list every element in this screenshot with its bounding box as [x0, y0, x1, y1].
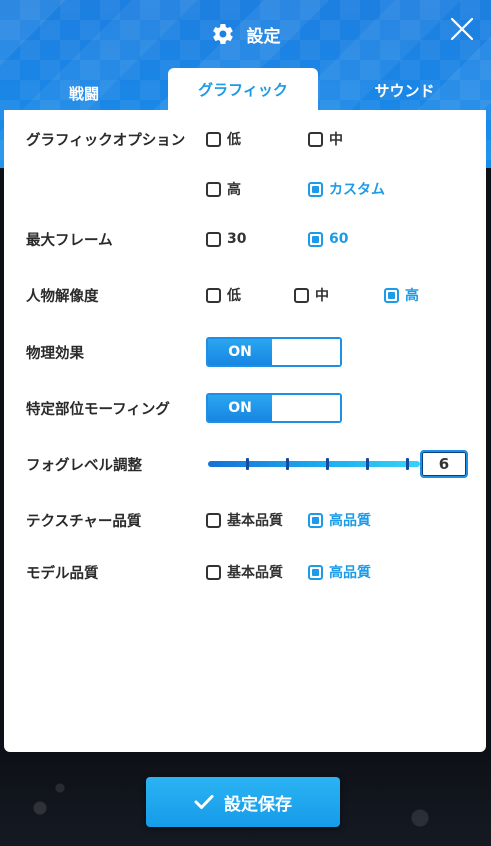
option-label: 中: [329, 132, 343, 148]
option-label: 低: [227, 132, 241, 148]
texture-quality-high[interactable]: 高品質: [308, 510, 371, 530]
settings-panel: グラフィックオプション 低 中 高 カスタム 最大フレーム 30 60 人物解像…: [4, 110, 486, 752]
physics-row: 物理効果 ON: [4, 337, 486, 367]
checkbox: [308, 564, 323, 580]
physics-label: 物理効果: [26, 345, 84, 362]
model-quality-high[interactable]: 高品質: [308, 562, 371, 582]
texture-quality-basic[interactable]: 基本品質: [206, 510, 283, 530]
checkbox: [384, 287, 399, 303]
morphing-row: 特定部位モーフィング ON: [4, 393, 486, 423]
graphics-option-row-2: 高 カスタム: [4, 176, 486, 202]
option-label: カスタム: [329, 182, 385, 198]
checkbox: [206, 131, 221, 147]
character-resolution-label: 人物解像度: [26, 288, 99, 305]
option-label: 基本品質: [227, 513, 283, 529]
fog-level-slider[interactable]: [208, 458, 420, 470]
graphics-option-low[interactable]: 低: [206, 129, 241, 149]
save-button-label: 設定保存: [224, 794, 292, 815]
morphing-toggle[interactable]: ON: [206, 393, 342, 423]
toggle-on-label: ON: [208, 339, 272, 365]
toggle-off-area: [272, 339, 340, 365]
checkbox: [206, 231, 221, 247]
checkbox: [206, 287, 221, 303]
fog-level-row: フォグレベル調整 6: [4, 450, 486, 478]
checkbox: [308, 131, 323, 147]
gear-icon: [212, 23, 233, 45]
slider-tick: [326, 458, 329, 470]
option-label: 低: [227, 288, 241, 304]
graphics-option-label: グラフィックオプション: [26, 132, 186, 149]
graphics-option-row: グラフィックオプション 低 中: [4, 126, 486, 152]
max-frame-row: 最大フレーム 30 60: [4, 226, 486, 252]
model-quality-basic[interactable]: 基本品質: [206, 562, 283, 582]
toggle-off-area: [272, 395, 340, 421]
option-label: 高: [227, 182, 241, 198]
option-label: 60: [329, 231, 349, 247]
slider-tick: [406, 458, 409, 470]
slider-tick: [246, 458, 249, 470]
checkbox: [294, 287, 309, 303]
tab-bar: 戦闘 グラフィック サウンド: [0, 68, 491, 110]
slider-tick: [366, 458, 369, 470]
tab-label: サウンド: [374, 81, 435, 100]
graphics-option-mid[interactable]: 中: [308, 129, 343, 149]
page-title: 設定: [246, 26, 281, 47]
checkbox: [206, 181, 221, 197]
check-icon: [194, 795, 214, 809]
model-quality-row: モデル品質 基本品質 高品質: [4, 559, 486, 585]
checkbox: [308, 231, 323, 247]
checkbox: [206, 564, 221, 580]
character-resolution-low[interactable]: 低: [206, 285, 241, 305]
tab-combat[interactable]: 戦闘: [0, 68, 168, 110]
save-settings-button[interactable]: 設定保存: [146, 777, 340, 827]
max-frame-30[interactable]: 30: [206, 231, 246, 247]
texture-quality-row: テクスチャー品質 基本品質 高品質: [4, 507, 486, 533]
slider-tick: [286, 458, 289, 470]
fog-level-label: フォグレベル調整: [26, 457, 142, 474]
fog-level-value[interactable]: 6: [420, 450, 468, 478]
tab-sound[interactable]: サウンド: [318, 68, 491, 110]
texture-quality-label: テクスチャー品質: [26, 513, 142, 530]
option-label: 中: [315, 288, 329, 304]
character-resolution-row: 人物解像度 低 中 高: [4, 282, 486, 308]
checkbox: [308, 512, 323, 528]
title-bar: 設定: [0, 18, 491, 50]
max-frame-label: 最大フレーム: [26, 232, 113, 249]
option-label: 高品質: [329, 513, 371, 529]
character-resolution-mid[interactable]: 中: [294, 285, 329, 305]
option-label: 基本品質: [227, 565, 283, 581]
option-label: 30: [227, 231, 247, 247]
model-quality-label: モデル品質: [26, 565, 99, 582]
max-frame-60[interactable]: 60: [308, 231, 348, 247]
tab-label: グラフィック: [198, 80, 288, 99]
tab-graphics[interactable]: グラフィック: [168, 68, 318, 110]
close-icon: [450, 17, 474, 41]
toggle-on-label: ON: [208, 395, 272, 421]
option-label: 高: [405, 288, 419, 304]
checkbox: [308, 181, 323, 197]
physics-toggle[interactable]: ON: [206, 337, 342, 367]
option-label: 高品質: [329, 565, 371, 581]
checkbox: [206, 512, 221, 528]
tab-label: 戦闘: [68, 84, 99, 103]
close-button[interactable]: [447, 14, 477, 44]
character-resolution-high[interactable]: 高: [384, 285, 419, 305]
morphing-label: 特定部位モーフィング: [26, 401, 170, 418]
graphics-option-custom[interactable]: カスタム: [308, 179, 385, 199]
graphics-option-high[interactable]: 高: [206, 179, 241, 199]
